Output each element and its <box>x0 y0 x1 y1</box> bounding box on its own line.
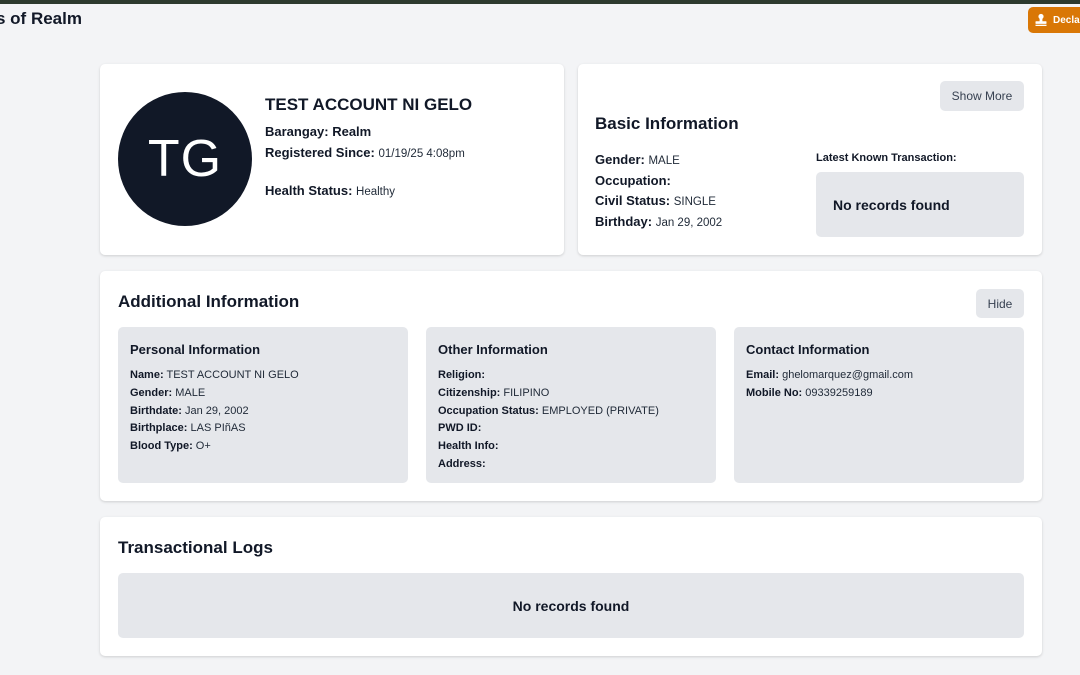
mobile-value: 09339259189 <box>805 386 873 399</box>
gender-label: Gender: <box>130 386 173 399</box>
address-label: Address: <box>438 457 486 470</box>
transactional-logs-empty: No records found <box>118 573 1024 638</box>
health-status-label: Health Status: <box>265 183 353 198</box>
occupation-status-label: Occupation Status: <box>438 404 539 417</box>
latest-transaction-label: Latest Known Transaction: <box>816 152 957 164</box>
name-value: TEST ACCOUNT NI GELO <box>166 369 299 381</box>
health-status-row: Health Status: Healthy <box>265 183 395 198</box>
latest-transaction-empty: No records found <box>816 172 1024 237</box>
basic-information-card: Show More Basic Information Gender: MALE… <box>578 64 1042 255</box>
civil-status-label: Civil Status: <box>595 193 671 208</box>
transactional-logs-title: Transactional Logs <box>118 538 273 557</box>
personal-information-title: Personal Information <box>130 342 261 357</box>
gender-value: MALE <box>648 155 680 167</box>
name-row: Name: TEST ACCOUNT NI GELO <box>130 367 396 385</box>
pwd-id-label: PWD ID: <box>438 422 482 435</box>
registered-value: 01/19/25 4:08pm <box>378 148 465 160</box>
blood-type-label: Blood Type: <box>130 440 193 453</box>
religion-row: Religion: <box>438 367 704 385</box>
barangay-value: Realm <box>332 124 372 139</box>
citizenship-row: Citizenship: FILIPINO <box>438 385 704 403</box>
occupation-label: Occupation: <box>595 173 671 188</box>
top-border <box>0 0 1080 4</box>
other-information-panel: Other Information Religion: Citizenship:… <box>426 327 716 483</box>
occupation-status-value: EMPLOYED (PRIVATE) <box>541 404 659 417</box>
barangay-label: Barangay: <box>265 124 329 139</box>
registered-row: Registered Since: 01/19/25 4:08pm <box>265 145 465 160</box>
gender-label: Gender: <box>595 152 645 167</box>
civil-status-value: SINGLE <box>673 196 716 208</box>
birthday-label: Birthday: <box>595 214 653 229</box>
basic-information-title: Basic Information <box>595 114 739 133</box>
birthplace-row: Birthplace: LAS PIñAS <box>130 420 396 438</box>
other-information-title: Other Information <box>438 342 548 357</box>
gender-value: MALE <box>175 386 206 399</box>
birthdate-label: Birthdate: <box>130 404 182 417</box>
declare-button[interactable]: Decla <box>1028 7 1080 33</box>
health-status-value: Healthy <box>356 186 396 198</box>
additional-information-card: Additional Information Hide Personal Inf… <box>100 271 1042 501</box>
citizenship-value: FILIPINO <box>503 386 550 399</box>
birthday-row: Birthday: Jan 29, 2002 <box>595 214 722 229</box>
email-row: Email: ghelomarquez@gmail.com <box>746 367 1012 385</box>
contact-information-title: Contact Information <box>746 342 870 357</box>
gender-row: Gender: MALE <box>130 385 396 403</box>
transactional-logs-card: Transactional Logs No records found <box>100 517 1042 656</box>
birthplace-value: LAS PIñAS <box>190 422 246 435</box>
pwd-id-row: PWD ID: <box>438 420 704 438</box>
name-label: Name: <box>130 369 164 381</box>
avatar: TG <box>118 92 252 226</box>
profile-card: TG TEST ACCOUNT NI GELO Barangay: Realm … <box>100 64 564 255</box>
health-info-label: Health Info: <box>438 440 499 453</box>
declare-button-label: Decla <box>1053 14 1080 26</box>
occupation-row: Occupation: <box>595 173 671 188</box>
registered-label: Registered Since: <box>265 145 375 160</box>
occupation-status-row: Occupation Status: EMPLOYED (PRIVATE) <box>438 403 704 421</box>
birthdate-row: Birthdate: Jan 29, 2002 <box>130 403 396 421</box>
gender-row: Gender: MALE <box>595 152 680 167</box>
hide-button[interactable]: Hide <box>976 289 1024 318</box>
profile-name: TEST ACCOUNT NI GELO <box>265 95 473 114</box>
barangay-row: Barangay: Realm <box>265 124 371 139</box>
personal-information-panel: Personal Information Name: TEST ACCOUNT … <box>118 327 408 483</box>
health-info-row: Health Info: <box>438 438 704 456</box>
stamp-icon <box>1035 13 1047 26</box>
blood-type-value: O+ <box>195 440 211 453</box>
birthday-value: Jan 29, 2002 <box>655 217 723 229</box>
show-more-button[interactable]: Show More <box>940 81 1024 111</box>
email-label: Email: <box>746 369 780 381</box>
contact-information-panel: Contact Information Email: ghelomarquez@… <box>734 327 1024 483</box>
address-row: Address: <box>438 456 704 474</box>
mobile-label: Mobile No: <box>746 386 803 399</box>
page-title: s of Realm <box>0 9 82 28</box>
birthdate-value: Jan 29, 2002 <box>185 404 249 417</box>
citizenship-label: Citizenship: <box>438 386 501 399</box>
blood-type-row: Blood Type: O+ <box>130 438 396 456</box>
additional-information-title: Additional Information <box>118 292 300 311</box>
religion-label: Religion: <box>438 369 486 381</box>
birthplace-label: Birthplace: <box>130 422 188 435</box>
email-value: ghelomarquez@gmail.com <box>782 369 914 381</box>
mobile-row: Mobile No: 09339259189 <box>746 385 1012 403</box>
civil-status-row: Civil Status: SINGLE <box>595 193 716 208</box>
